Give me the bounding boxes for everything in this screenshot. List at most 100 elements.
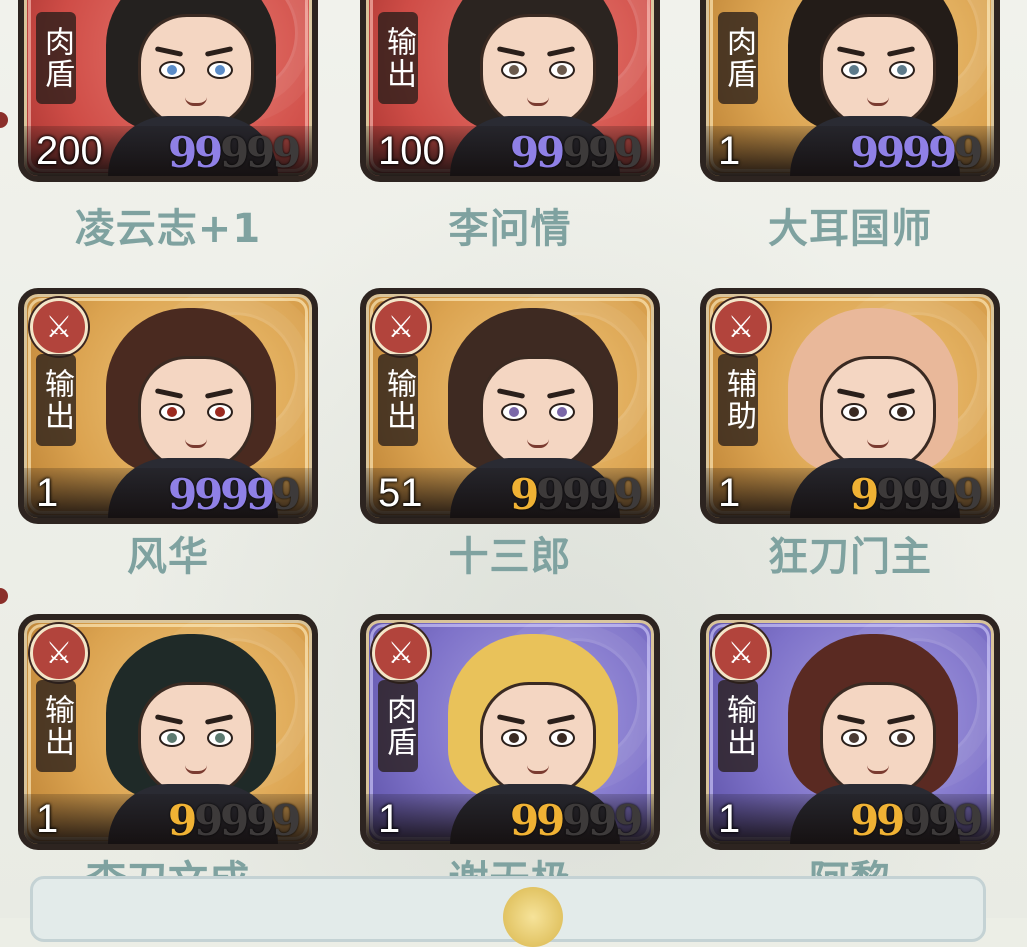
star-pip-icon: 9 [588, 470, 618, 519]
star-pip-icon: 9 [954, 470, 984, 519]
brow [154, 714, 184, 725]
star-pip-icon: 9 [876, 470, 906, 519]
hero-card[interactable]: ⚔ 肉盾 1 99999 [360, 614, 660, 850]
mouth [867, 765, 889, 774]
bottom-panel [30, 876, 986, 947]
star-rating: 99999 [850, 796, 984, 845]
star-pip-icon: 9 [954, 796, 984, 845]
star-pip-icon: 9 [902, 796, 932, 845]
role-tag: 肉盾 [378, 680, 418, 772]
eye [889, 403, 915, 421]
mouth [867, 439, 889, 448]
eye [549, 61, 575, 79]
star-rating: 99999 [510, 470, 644, 519]
star-pip-icon: 9 [220, 796, 250, 845]
mouth [527, 439, 549, 448]
hero-card[interactable]: ⚔ 输出 1 99999 [18, 614, 318, 850]
hero-card[interactable]: ⚔ 输出 1 99999 [18, 288, 318, 524]
brow [546, 46, 576, 57]
star-pip-icon: 9 [902, 470, 932, 519]
eye [501, 403, 527, 421]
hero-card[interactable]: 输出 100 99999 [360, 0, 660, 182]
eye [841, 403, 867, 421]
sword-badge-icon: ⚔ [30, 624, 88, 682]
star-rating: 99999 [168, 796, 302, 845]
sword-badge-icon: ⚔ [712, 298, 770, 356]
brow [496, 46, 526, 57]
star-pip-icon: 9 [246, 128, 276, 177]
hero-level: 200 [36, 129, 103, 173]
hero-face [820, 356, 936, 472]
star-pip-icon: 9 [588, 128, 618, 177]
brow [204, 46, 234, 57]
eye [159, 61, 185, 79]
eye [159, 729, 185, 747]
star-pip-icon: 9 [562, 470, 592, 519]
role-tag: 输出 [378, 12, 418, 104]
sword-badge-icon: ⚔ [372, 298, 430, 356]
star-rating: 99999 [168, 128, 301, 177]
role-tag: 输出 [36, 354, 76, 446]
eye [207, 729, 233, 747]
hero-name: 狂刀门主 [768, 534, 932, 580]
star-pip-icon: 9 [954, 128, 984, 177]
star-pip-icon: 9 [562, 128, 592, 177]
star-pip-icon: 9 [928, 128, 958, 177]
bottom-orb-icon[interactable] [503, 887, 563, 947]
eye [159, 403, 185, 421]
brow [836, 714, 866, 725]
hero-face [480, 682, 596, 798]
eye [207, 403, 233, 421]
mouth [527, 97, 549, 106]
star-pip-icon: 9 [220, 128, 250, 177]
role-tag: 肉盾 [36, 12, 76, 104]
sword-badge-icon: ⚔ [372, 624, 430, 682]
star-pip-icon: 9 [536, 470, 566, 519]
brow [204, 388, 234, 399]
brow [836, 388, 866, 399]
star-pip-icon: 9 [272, 796, 302, 845]
star-pip-icon: 9 [902, 128, 932, 177]
star-pip-icon: 9 [168, 796, 198, 845]
hero-level: 51 [378, 471, 423, 515]
hero-card[interactable]: ⚔ 输出 51 99999 [360, 288, 660, 524]
star-pip-icon: 9 [220, 470, 250, 519]
star-pip-icon: 9 [928, 796, 958, 845]
star-rating: 99999 [168, 470, 301, 519]
role-tag: 辅助 [718, 354, 758, 446]
brow [886, 46, 916, 57]
star-pip-icon: 9 [614, 796, 644, 845]
sword-badge-icon: ⚔ [30, 298, 88, 356]
mouth [185, 765, 207, 774]
mouth [185, 97, 207, 106]
star-pip-icon: 9 [194, 470, 224, 519]
role-tag: 肉盾 [718, 12, 758, 104]
star-pip-icon: 9 [168, 470, 198, 519]
star-pip-icon: 9 [928, 470, 958, 519]
hero-card[interactable]: ⚔ 辅助 1 99999 [700, 288, 1000, 524]
hero-card[interactable]: ⚔ 输出 1 99999 [700, 614, 1000, 850]
star-pip-icon: 9 [850, 796, 880, 845]
hero-face [480, 356, 596, 472]
brow [886, 714, 916, 725]
eye [889, 61, 915, 79]
hero-level: 1 [718, 471, 741, 515]
eye [501, 61, 527, 79]
hero-name: 大耳国师 [768, 206, 932, 252]
hero-level: 1 [36, 471, 59, 515]
hero-card[interactable]: 肉盾 1 99999 [700, 0, 1000, 182]
mouth [527, 765, 549, 774]
star-pip-icon: 9 [510, 470, 540, 519]
hero-face [138, 356, 254, 472]
star-rating: 99999 [850, 470, 984, 519]
hero-name: 李问情 [448, 206, 572, 252]
star-pip-icon: 9 [168, 128, 198, 177]
hero-card[interactable]: 肉盾 200 99999 [18, 0, 318, 182]
mouth [185, 439, 207, 448]
role-tag: 输出 [378, 354, 418, 446]
brow [204, 714, 234, 725]
star-pip-icon: 9 [614, 470, 644, 519]
eye [841, 729, 867, 747]
role-tag: 输出 [718, 680, 758, 772]
hero-face [820, 682, 936, 798]
